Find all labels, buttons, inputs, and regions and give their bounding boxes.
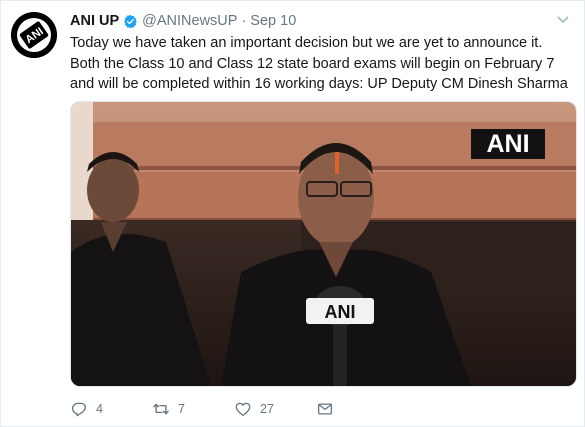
avatar[interactable]: ANI [11,12,57,58]
heart-icon [235,402,251,417]
verified-badge-icon [124,14,138,28]
reply-icon [71,402,87,417]
direct-message-button[interactable] [316,400,334,418]
author-name[interactable]: ANI UP [70,13,119,29]
tweet-timestamp[interactable]: Sep 10 [250,13,296,29]
tweet-header: ANI UP @ANINewsUP · Sep 10 [70,11,570,31]
reply-button[interactable]: 4 [70,400,152,418]
envelope-icon [317,403,333,415]
ani-logo: ANI [11,12,57,58]
like-count: 27 [260,402,274,416]
video-frame: ANI ANI [71,102,576,386]
retweet-count: 7 [178,402,185,416]
tweet-media-image[interactable]: ANI ANI [70,101,577,387]
ani-watermark: ANI [486,130,529,158]
header-separator: · [241,13,247,29]
like-button[interactable]: 27 [234,400,316,418]
mic-logo-text: ANI [325,302,356,322]
retweet-button[interactable]: 7 [152,400,234,418]
chevron-down-icon[interactable] [556,13,570,27]
retweet-icon [153,403,169,415]
tweet-actions: 4 7 27 [70,399,334,419]
reply-count: 4 [96,402,103,416]
tweet-text: Today we have taken an important decisio… [70,35,568,92]
tweet-card[interactable]: ANI ANI UP @ANINewsUP · Sep 10 Today we … [0,0,585,427]
author-handle[interactable]: @ANINewsUP [142,13,237,29]
